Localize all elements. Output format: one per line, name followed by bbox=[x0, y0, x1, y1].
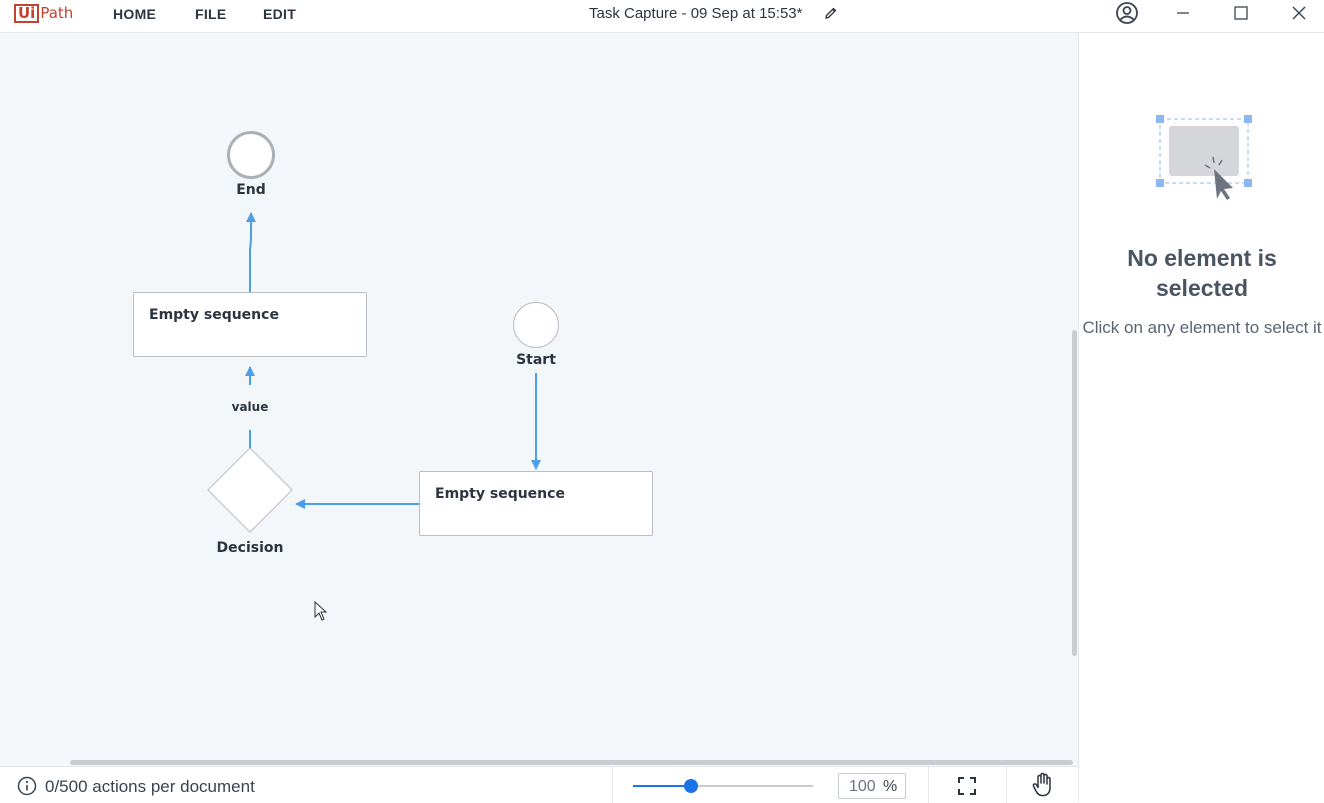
zoom-input[interactable]: 100 % bbox=[838, 773, 906, 799]
status-divider bbox=[612, 767, 613, 803]
sequence-node-label: Empty sequence bbox=[435, 486, 565, 502]
sequence-node-label: Empty sequence bbox=[149, 307, 279, 323]
menu-edit[interactable]: EDIT bbox=[263, 6, 296, 22]
minimize-icon[interactable] bbox=[1171, 2, 1195, 24]
menu-file[interactable]: FILE bbox=[195, 6, 227, 22]
status-bar: 0/500 actions per document 100 % bbox=[0, 766, 1078, 803]
properties-panel: No element is selected Click on any elem… bbox=[1078, 33, 1324, 802]
hand-pan-icon[interactable] bbox=[1031, 772, 1055, 798]
status-divider bbox=[928, 767, 929, 803]
process-canvas[interactable]: End Start Decision value Empty sequence … bbox=[0, 33, 1078, 766]
fit-screen-icon[interactable] bbox=[957, 776, 977, 796]
edge-value-label: value bbox=[229, 400, 271, 414]
selection-placeholder-icon bbox=[1156, 115, 1252, 200]
logo-ui-text: Ui bbox=[14, 3, 40, 23]
no-selection-subtitle: Click on any element to select it bbox=[1082, 318, 1322, 337]
end-label: End bbox=[236, 182, 266, 198]
document-title: Task Capture - 09 Sep at 15:53* bbox=[589, 5, 803, 22]
horizontal-scrollbar[interactable] bbox=[70, 760, 1073, 765]
no-selection-title: No element is selected bbox=[1127, 245, 1277, 301]
title-bar: Ui Path HOME FILE EDIT Task Capture - 09… bbox=[0, 0, 1324, 33]
zoom-slider-fill bbox=[633, 785, 691, 787]
decision-label: Decision bbox=[216, 540, 284, 556]
end-node[interactable] bbox=[227, 131, 275, 179]
start-node[interactable] bbox=[513, 302, 559, 348]
sequence-node-right[interactable]: Empty sequence bbox=[419, 471, 653, 536]
info-icon[interactable] bbox=[17, 776, 37, 796]
zoom-unit: % bbox=[883, 778, 898, 795]
actions-count: 0/500 actions per document bbox=[45, 777, 255, 796]
decision-node[interactable] bbox=[207, 447, 293, 533]
user-account-icon[interactable] bbox=[1115, 2, 1139, 24]
close-icon[interactable] bbox=[1287, 2, 1311, 24]
start-label: Start bbox=[516, 352, 556, 368]
zoom-slider-handle[interactable] bbox=[683, 779, 698, 793]
sequence-node-top[interactable]: Empty sequence bbox=[133, 292, 367, 357]
maximize-icon[interactable] bbox=[1229, 2, 1253, 24]
status-divider bbox=[1006, 767, 1007, 803]
uipath-logo: Ui Path bbox=[14, 3, 73, 23]
menu-home[interactable]: HOME bbox=[113, 6, 156, 22]
vertical-scrollbar[interactable] bbox=[1072, 330, 1077, 656]
logo-path-text: Path bbox=[40, 4, 74, 22]
zoom-value: 100 bbox=[849, 778, 876, 795]
diagram-connectors bbox=[207, 131, 559, 533]
mouse-cursor-icon bbox=[314, 601, 328, 621]
pencil-icon[interactable] bbox=[823, 5, 839, 21]
zoom-slider[interactable] bbox=[633, 779, 813, 793]
edge-sequence-to-end[interactable] bbox=[246, 212, 256, 292]
